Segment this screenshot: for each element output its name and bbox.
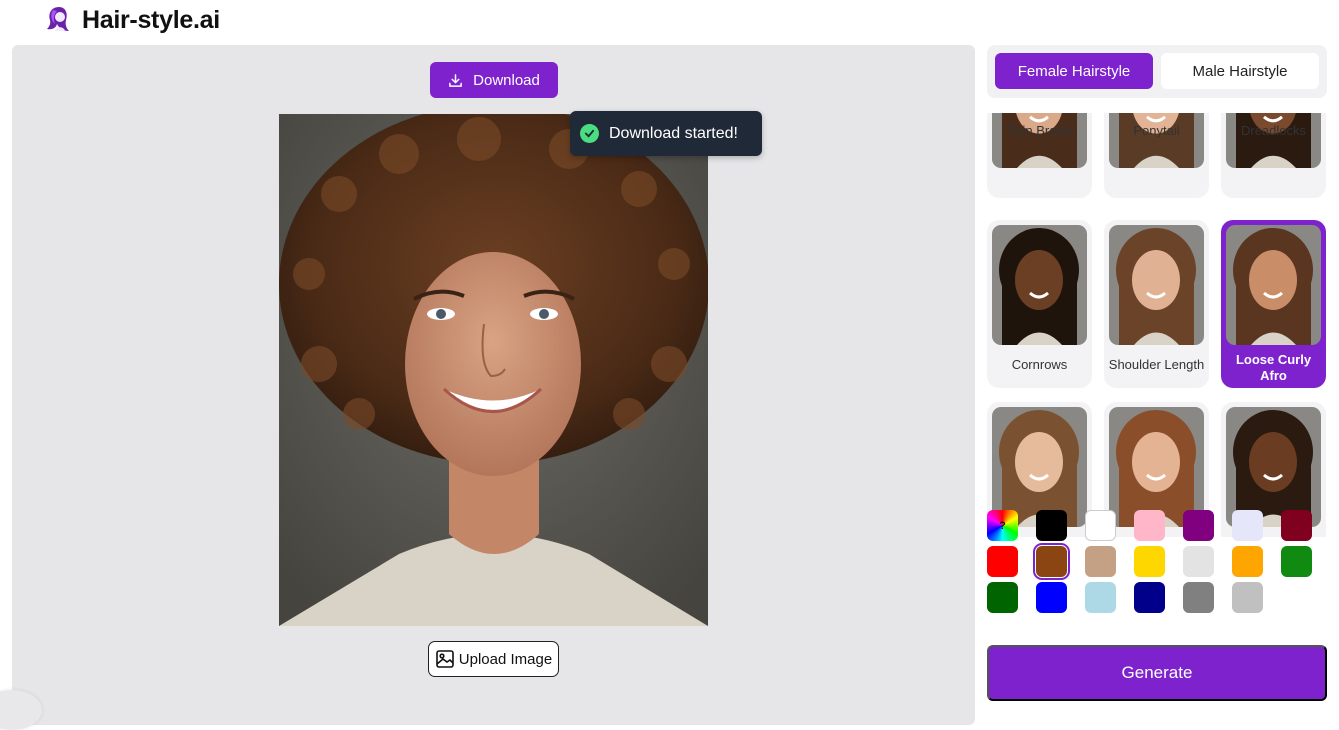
image-icon <box>435 650 454 668</box>
color-swatch-navy[interactable] <box>1134 582 1165 613</box>
logo-icon[interactable] <box>44 5 74 35</box>
color-swatch-silver[interactable] <box>1232 582 1263 613</box>
tab-male-hairstyle[interactable]: Male Hairstyle <box>1161 53 1319 89</box>
hairstyle-thumbnail <box>1226 113 1321 168</box>
hairstyle-thumbnail <box>1109 113 1204 168</box>
hairstyle-label: Loose Curly Afro <box>1235 352 1312 383</box>
result-photo <box>279 114 708 626</box>
check-icon <box>580 124 599 143</box>
color-swatch-light-blue[interactable] <box>1085 582 1116 613</box>
hairstyle-grid[interactable]: Twin Braids Ponytail Dreadlocks Cornrows Sho… <box>987 113 1327 537</box>
hairstyle-card[interactable]: Cornrows <box>987 220 1092 388</box>
color-swatch-dark-green[interactable] <box>987 582 1018 613</box>
hairstyle-label: Dreadlocks <box>1240 123 1307 138</box>
color-swatch-gold[interactable] <box>1134 546 1165 577</box>
style-panel: Female Hairstyle Male Hairstyle Twin Bra… <box>987 45 1327 713</box>
hairstyle-label: Ponytail <box>1133 123 1180 138</box>
toast-notification: Download started! <box>570 111 762 156</box>
color-swatch-red[interactable] <box>987 546 1018 577</box>
download-icon <box>449 73 463 87</box>
hairstyle-card[interactable]: Dreadlocks <box>1221 113 1326 198</box>
hairstyle-thumbnail <box>992 225 1087 345</box>
color-swatch-random[interactable]: ? <box>987 510 1018 541</box>
toast-text: Download started! <box>609 124 738 142</box>
hair-color-palette: ? <box>987 508 1327 618</box>
tab-female-hairstyle[interactable]: Female Hairstyle <box>995 53 1153 89</box>
color-swatch-brown[interactable] <box>1033 543 1070 580</box>
generate-button[interactable]: Generate <box>987 645 1327 701</box>
upload-image-button[interactable]: Upload Image <box>428 641 559 677</box>
hairstyle-card[interactable]: Shoulder Length <box>1104 220 1209 388</box>
upload-label: Upload Image <box>458 650 553 668</box>
color-swatch-white[interactable] <box>1085 510 1116 541</box>
top-bar: Hair-style.ai <box>0 0 1339 42</box>
color-swatch-burgundy[interactable] <box>1281 510 1312 541</box>
color-swatch-blue[interactable] <box>1036 582 1067 613</box>
color-swatch-orange[interactable] <box>1232 546 1263 577</box>
hairstyle-card[interactable]: Twin Braids <box>987 113 1092 198</box>
hairstyle-thumbnail <box>1226 225 1321 345</box>
app-title[interactable]: Hair-style.ai <box>82 6 220 35</box>
color-swatch-gray[interactable] <box>1183 582 1214 613</box>
hairstyle-label: Shoulder Length <box>1108 357 1205 372</box>
download-label: Download <box>473 71 540 89</box>
color-swatch-pink[interactable] <box>1134 510 1165 541</box>
download-button[interactable]: Download <box>430 62 558 98</box>
color-swatch-light-gray[interactable] <box>1183 546 1214 577</box>
color-swatch-purple[interactable] <box>1183 510 1214 541</box>
hairstyle-label: Cornrows <box>1011 357 1068 372</box>
gender-tabs: Female Hairstyle Male Hairstyle <box>987 45 1327 98</box>
color-swatch-black[interactable] <box>1036 510 1067 541</box>
hairstyle-card[interactable]: Ponytail <box>1104 113 1209 198</box>
hairstyle-label: Twin Braids <box>1005 123 1074 138</box>
color-swatch-green[interactable] <box>1281 546 1312 577</box>
hairstyle-thumbnail <box>1109 225 1204 345</box>
hairstyle-card[interactable]: Loose Curly Afro <box>1221 220 1326 388</box>
color-swatch-lavender[interactable] <box>1232 510 1263 541</box>
hairstyle-thumbnail <box>992 113 1087 168</box>
color-swatch-tan[interactable] <box>1085 546 1116 577</box>
random-color-mark: ? <box>999 519 1006 532</box>
